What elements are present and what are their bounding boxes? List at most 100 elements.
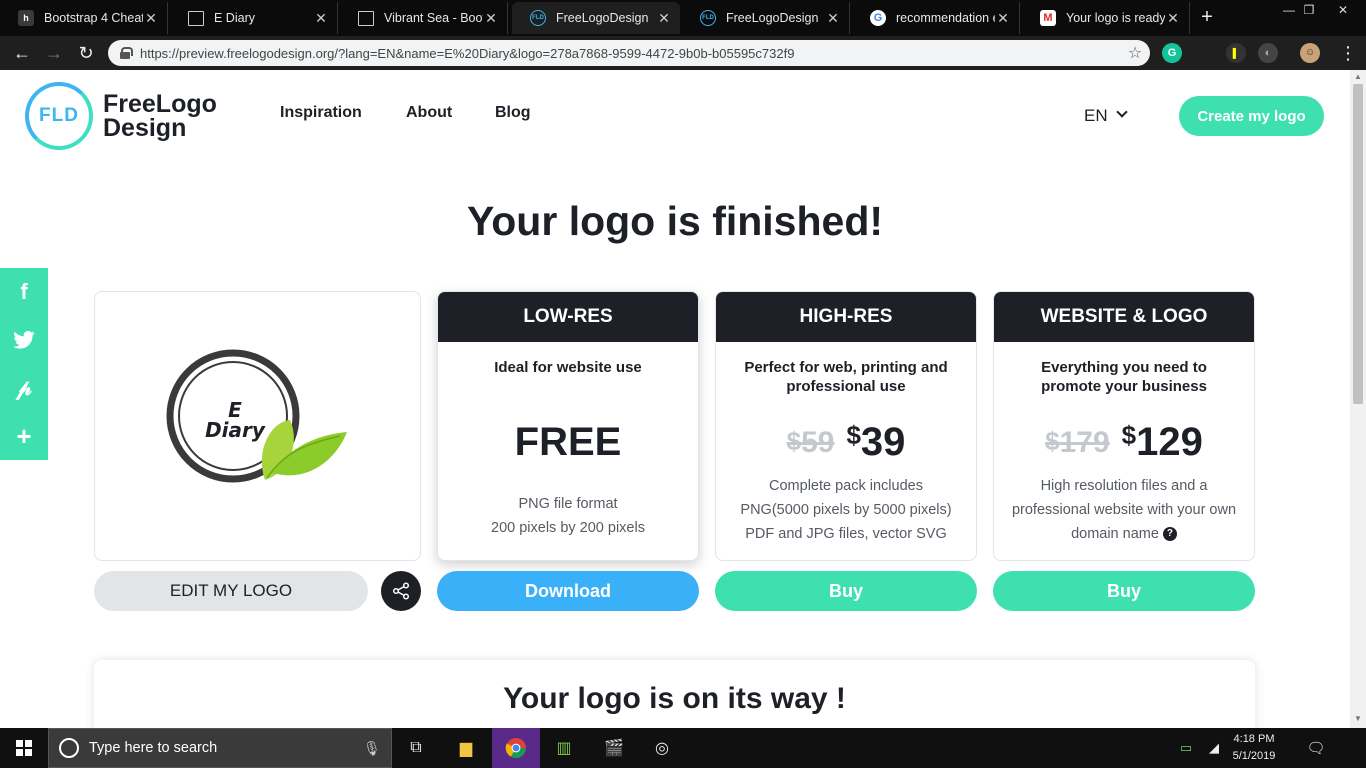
plan-subtitle: Perfect for web, printing and profession… <box>744 359 948 395</box>
tab-google-search[interactable]: G recommendation e ✕ <box>852 2 1020 34</box>
social-share-bar: f 𝓅 + <box>0 268 48 460</box>
clock-time: 4:18 PM <box>1233 733 1275 745</box>
brand-line-1: FreeLogo <box>103 90 217 118</box>
restore-icon[interactable]: ❐ <box>1300 0 1318 20</box>
chevron-down-icon[interactable] <box>1116 106 1128 118</box>
close-icon[interactable]: ✕ <box>483 10 499 27</box>
plan-card-high-res: HIGH-RES Perfect for web, printing and p… <box>715 291 977 561</box>
desc-line: PNG file format <box>518 496 618 512</box>
buy-website-logo-button[interactable]: Buy <box>993 571 1255 611</box>
media-app-icon[interactable]: ◎ <box>638 728 686 768</box>
close-icon[interactable]: ✕ <box>313 10 329 27</box>
plan-name: HIGH-RES <box>716 292 976 342</box>
file-explorer-icon[interactable]: ▆ <box>442 728 490 768</box>
bookmark-star-icon[interactable]: ☆ <box>1120 43 1150 63</box>
tab-gmail[interactable]: M Your logo is ready! ✕ <box>1022 2 1190 34</box>
new-tab-plus-icon[interactable]: + <box>1196 6 1218 29</box>
google-favicon-icon: G <box>870 10 886 26</box>
help-question-icon[interactable]: ? <box>1162 527 1177 542</box>
scroll-up-arrow-icon[interactable]: ▲ <box>1353 72 1363 81</box>
nav-about[interactable]: About <box>406 104 452 122</box>
dark-mode-extension-icon[interactable]: ◐ <box>1258 43 1278 63</box>
profile-avatar[interactable]: ☺ <box>1300 43 1320 63</box>
tab-e-diary[interactable]: E Diary ✕ <box>170 2 338 34</box>
extension-icon[interactable]: ▌ <box>1226 43 1246 63</box>
tab-title: FreeLogoDesign <box>726 11 819 25</box>
page-icon <box>188 10 204 26</box>
plan-card-low-res: LOW-RES Ideal for website use FREE PNG f… <box>437 291 699 561</box>
tab-freelogodesign[interactable]: FLD FreeLogoDesign ✕ <box>682 2 850 34</box>
page-icon <box>358 10 374 26</box>
close-icon[interactable]: ✕ <box>143 10 159 27</box>
desc-line: PNG(5000 pixels by 5000 pixels) <box>740 502 952 518</box>
task-view-icon[interactable]: ⧉ <box>392 728 440 768</box>
twitter-icon[interactable] <box>0 316 48 364</box>
scroll-down-arrow-icon[interactable]: ▼ <box>1353 714 1363 723</box>
plan-subtitle: Ideal for website use <box>494 359 642 376</box>
close-icon[interactable]: ✕ <box>656 10 672 27</box>
logo-mark-text: FLD <box>39 105 79 126</box>
back-arrow-icon[interactable]: ← <box>10 41 34 65</box>
hackerthemes-favicon-icon: h <box>18 10 34 26</box>
menu-kebab-icon[interactable]: ⋮ <box>1336 41 1360 65</box>
webpage: FLD FreeLogo Design Inspiration About Bl… <box>0 70 1350 728</box>
system-clock[interactable]: 4:18 PM 5/1/2019 <box>1226 731 1282 765</box>
brand-name[interactable]: FreeLogo Design <box>103 90 217 142</box>
brand-line-2: Design <box>103 114 187 142</box>
address-bar[interactable]: https://preview.freelogodesign.org/?lang… <box>108 40 1150 66</box>
search-placeholder: Type here to search <box>89 740 218 756</box>
forward-arrow-icon[interactable]: → <box>42 41 66 65</box>
download-button[interactable]: Download <box>437 571 699 611</box>
tab-vibrant-sea[interactable]: Vibrant Sea - Boots ✕ <box>340 2 508 34</box>
fld-logo-icon[interactable]: FLD <box>25 82 93 150</box>
logo-text-line-2: Diary <box>205 418 265 442</box>
page-scrollbar[interactable]: ▲ ▼ <box>1350 70 1366 728</box>
language-selector[interactable]: EN <box>1084 106 1108 126</box>
facebook-icon[interactable]: f <box>0 268 48 316</box>
logo-on-its-way-section: Your logo is on its way ! <box>94 660 1255 728</box>
old-price: $59 <box>787 426 835 460</box>
desc-line: High resolution files and a <box>1040 478 1208 494</box>
close-icon[interactable]: ✕ <box>1165 10 1181 27</box>
edit-my-logo-button[interactable]: EDIT MY LOGO <box>94 571 368 611</box>
nav-inspiration[interactable]: Inspiration <box>280 104 362 122</box>
gmail-favicon-icon: M <box>1040 10 1056 26</box>
cortana-icon <box>59 738 79 758</box>
minimize-icon[interactable]: — <box>1280 0 1298 20</box>
grammarly-extension-icon[interactable]: G <box>1162 43 1182 63</box>
share-logo-button[interactable] <box>381 571 421 611</box>
buy-high-res-button[interactable]: Buy <box>715 571 977 611</box>
tab-freelogodesign-active[interactable]: FLD FreeLogoDesign ✕ <box>512 2 680 34</box>
notifications-icon[interactable]: 🗨 <box>1292 728 1340 768</box>
close-window-icon[interactable]: ✕ <box>1334 0 1352 20</box>
fld-favicon-icon: FLD <box>530 10 546 26</box>
windows-start-icon[interactable] <box>0 728 48 768</box>
lock-icon <box>120 47 133 59</box>
plus-icon[interactable]: + <box>0 412 48 460</box>
tab-title: Vibrant Sea - Boots <box>384 11 483 25</box>
price-currency: $ <box>1121 420 1137 450</box>
plan-subtitle: Everything you need to promote your busi… <box>1041 359 1207 395</box>
close-icon[interactable]: ✕ <box>825 10 841 27</box>
reload-icon[interactable]: ↻ <box>74 41 98 65</box>
url-text[interactable]: https://preview.freelogodesign.org/?lang… <box>140 46 1120 61</box>
nav-blog[interactable]: Blog <box>495 104 531 122</box>
old-price-amount: 179 <box>1059 426 1110 459</box>
tab-title: FreeLogoDesign <box>556 11 649 25</box>
create-my-logo-button[interactable]: Create my logo <box>1179 96 1324 136</box>
plan-card-website-logo: WEBSITE & LOGO Everything you need to pr… <box>993 291 1255 561</box>
pinterest-icon[interactable]: 𝓅 <box>0 364 48 412</box>
tab-title: recommendation e <box>896 11 995 25</box>
close-icon[interactable]: ✕ <box>995 10 1011 27</box>
plan-description: Complete pack includes PNG(5000 pixels b… <box>716 474 976 546</box>
page-title: Your logo is finished! <box>466 198 884 244</box>
taskbar-search-box[interactable]: Type here to search 🎙 <box>48 728 392 768</box>
current-price: $39 <box>846 420 905 465</box>
chrome-icon[interactable] <box>492 728 540 768</box>
spreadsheet-app-icon[interactable]: ▥ <box>540 728 588 768</box>
microphone-icon[interactable]: 🎙 <box>363 740 381 756</box>
tab-bootstrap-cheat-sheet[interactable]: h Bootstrap 4 Cheat S ✕ <box>0 2 168 34</box>
old-price-currency: $ <box>786 426 802 456</box>
scrollbar-thumb[interactable] <box>1353 84 1363 404</box>
video-editor-icon[interactable]: 🎬 <box>590 728 638 768</box>
